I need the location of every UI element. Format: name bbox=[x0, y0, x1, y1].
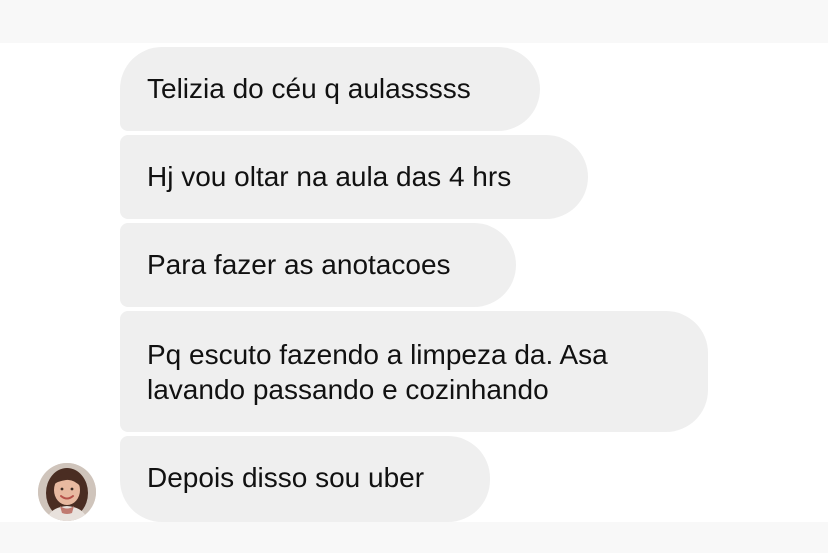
avatar[interactable] bbox=[38, 463, 96, 521]
bottom-bar bbox=[0, 522, 828, 553]
message-bubble[interactable]: Hj vou oltar na aula das 4 hrs bbox=[120, 135, 588, 219]
top-bar bbox=[0, 0, 828, 43]
message-bubble[interactable]: Telizia do céu q aulasssss bbox=[120, 47, 540, 131]
message-bubble[interactable]: Depois disso sou uber bbox=[120, 436, 490, 522]
message-thread: Telizia do céu q aulasssss Hj vou oltar … bbox=[0, 43, 828, 522]
message-bubble[interactable]: Pq escuto fazendo a limpeza da. Asa lava… bbox=[120, 311, 708, 432]
user-avatar-icon bbox=[38, 463, 96, 521]
message-bubble[interactable]: Para fazer as anotacoes bbox=[120, 223, 516, 307]
